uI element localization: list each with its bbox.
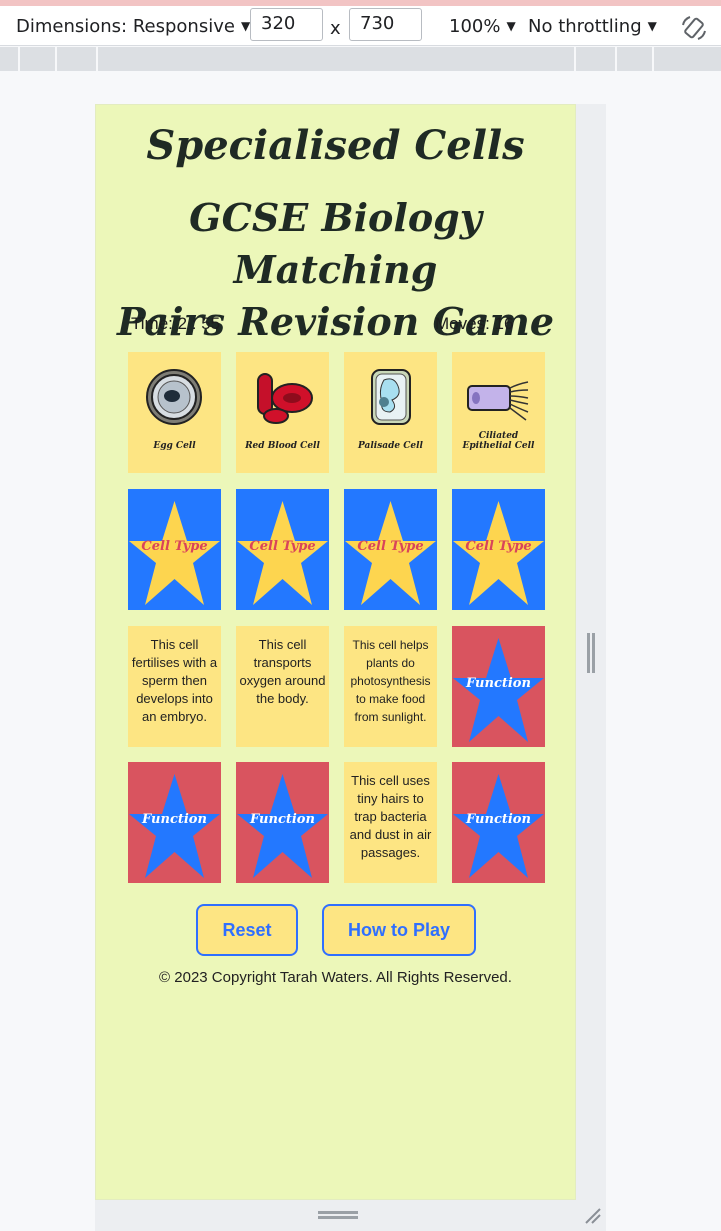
card-back-function[interactable]: Function [236, 762, 329, 883]
throttling-dropdown[interactable]: No throttling ▼ [528, 14, 657, 38]
palisade-cell-icon [371, 369, 411, 425]
copyright-footer: © 2023 Copyright Tarah Waters. All Right… [159, 969, 512, 986]
card-label: Red Blood Cell [245, 441, 320, 451]
card-back-function[interactable]: Function [452, 762, 545, 883]
width-input[interactable]: 320 [250, 8, 323, 41]
card-function-egg-cell[interactable]: This cell fertilises with a sperm then d… [128, 626, 221, 747]
card-back-label: Function [466, 676, 531, 691]
egg-cell-icon [146, 369, 202, 425]
card-description: This cell fertilises with a sperm then d… [131, 637, 218, 724]
card-label: Egg Cell [153, 441, 196, 451]
card-back-cell-type[interactable]: Cell Type [128, 489, 221, 610]
card-function-ciliated-epithelial-cell[interactable]: This cell uses tiny hairs to trap bacter… [344, 762, 437, 883]
card-back-label: Function [250, 812, 315, 827]
zoom-dropdown[interactable]: 100% ▼ [449, 14, 516, 38]
height-input[interactable]: 730 [349, 8, 422, 41]
times-separator: x [330, 18, 341, 39]
card-function-palisade-cell[interactable]: This cell helps plants do photosynthesis… [344, 626, 437, 747]
card-back-function[interactable]: Function [128, 762, 221, 883]
ciliated-epithelial-cell-icon [467, 381, 529, 421]
resize-handle-bottom[interactable] [318, 1211, 358, 1219]
card-description: This cell transports oxygen around the b… [239, 637, 326, 706]
rotate-icon[interactable] [680, 14, 708, 42]
card-back-function[interactable]: Function [452, 626, 545, 747]
card-ciliated-epithelial-cell[interactable]: Ciliated Epithelial Cell [452, 352, 545, 473]
throttling-label: No throttling [528, 15, 642, 37]
chevron-down-icon: ▼ [506, 19, 516, 33]
dimensions-label: Dimensions: Responsive [16, 15, 235, 37]
card-label: Ciliated Epithelial Cell [462, 431, 535, 451]
resize-corner-icon[interactable] [582, 1205, 602, 1225]
card-back-label: Function [466, 812, 531, 827]
card-back-cell-type[interactable]: Cell Type [452, 489, 545, 610]
move-counter: Moves: 16 [435, 314, 514, 333]
card-description: This cell uses tiny hairs to trap bacter… [349, 773, 432, 860]
card-label: Palisade Cell [358, 441, 423, 451]
subtitle-line-1: GCSE Biology Matching [189, 195, 482, 292]
resize-handle-right[interactable] [587, 633, 595, 673]
card-back-label: Cell Type [357, 539, 424, 554]
reset-button[interactable]: Reset [196, 904, 298, 956]
dimensions-dropdown[interactable]: Dimensions: Responsive ▼ [16, 14, 250, 38]
card-palisade-cell[interactable]: Palisade Cell [344, 352, 437, 473]
card-description: This cell helps plants do photosynthesis… [350, 638, 431, 724]
card-red-blood-cell[interactable]: Red Blood Cell [236, 352, 329, 473]
card-back-label: Function [142, 812, 207, 827]
card-function-red-blood-cell[interactable]: This cell transports oxygen around the b… [236, 626, 329, 747]
card-back-cell-type[interactable]: Cell Type [236, 489, 329, 610]
card-egg-cell[interactable]: Egg Cell [128, 352, 221, 473]
card-back-label: Cell Type [249, 539, 316, 554]
card-back-label: Cell Type [141, 539, 208, 554]
timer: Time: 2 : 55 [131, 314, 221, 333]
chevron-down-icon: ▼ [240, 19, 251, 33]
page-title: Specialised Cells [146, 122, 525, 169]
devtools-toolbar: Dimensions: Responsive ▼ 320 x 730 100% … [0, 6, 721, 46]
card-back-cell-type[interactable]: Cell Type [344, 489, 437, 610]
media-query-ruler [0, 47, 721, 71]
card-back-label: Cell Type [465, 539, 532, 554]
chevron-down-icon: ▼ [647, 19, 657, 33]
red-blood-cell-icon [257, 373, 313, 424]
zoom-label: 100% [449, 15, 501, 37]
how-to-play-button[interactable]: How to Play [322, 904, 476, 956]
